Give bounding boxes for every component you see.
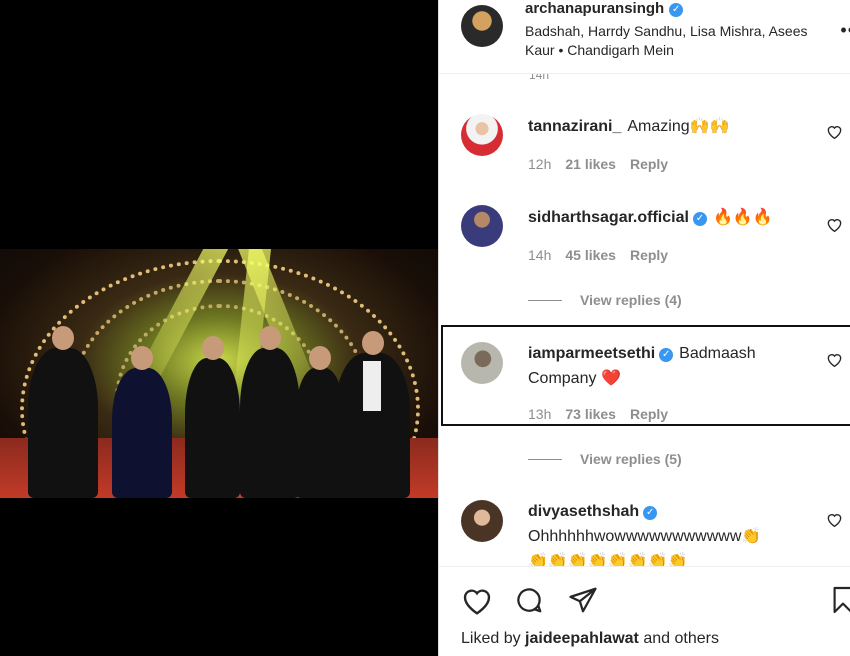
verified-badge-icon: ✓: [659, 348, 674, 362]
comment-emoji: 🙌🙌: [689, 116, 730, 135]
reply-button[interactable]: Reply: [630, 156, 668, 172]
comment-likes[interactable]: 45 likes: [565, 247, 616, 263]
post-header: archanapuransingh ✓ Badshah, Harrdy Sandh…: [439, 0, 850, 74]
post-actions-bar: Liked by jaideepahlawat and others: [439, 566, 850, 656]
comments-list: 14h tannazirani_ Amazing🙌🙌 12h 21 likes Rep…: [439, 74, 850, 566]
comment-emoji: 🔥🔥🔥: [712, 207, 773, 226]
comment-time[interactable]: 12h: [528, 156, 551, 172]
like-heart-icon[interactable]: [461, 585, 493, 615]
comment-emoji: 👏: [741, 526, 762, 545]
post-video[interactable]: [0, 249, 438, 498]
comment-likes[interactable]: 21 likes: [565, 156, 616, 172]
commenter-username[interactable]: sidharthsagar.official: [528, 209, 689, 226]
liked-by-summary[interactable]: Liked by jaideepahlawat and others: [461, 630, 719, 648]
performer: [28, 326, 98, 498]
comment-emoji-row: 👏👏👏👏👏👏👏👏: [528, 551, 688, 566]
verified-badge-icon: ✓: [692, 212, 707, 226]
commenter-username[interactable]: iamparmeetsethi: [528, 345, 655, 362]
post-media-panel: [0, 0, 438, 656]
comment-meta: 13h 73 likes Reply: [528, 406, 682, 422]
liked-by-user[interactable]: jaideepahlawat: [525, 630, 639, 647]
comment-meta: 12h 21 likes Reply: [528, 156, 682, 172]
performer: [112, 346, 172, 498]
view-replies-label[interactable]: View replies (5): [580, 451, 682, 467]
author-avatar[interactable]: [461, 5, 503, 47]
share-icon[interactable]: [567, 585, 599, 615]
comment-like-heart-icon[interactable]: [826, 512, 843, 527]
verified-badge-icon: ✓: [643, 506, 658, 520]
view-replies-button[interactable]: View replies (5): [528, 451, 682, 467]
commenter-avatar[interactable]: [461, 342, 503, 384]
performer: [185, 336, 240, 498]
comment-body: iamparmeetsethi ✓ Badmaash Company ❤️: [528, 342, 788, 391]
comment-time[interactable]: 13h: [528, 406, 551, 422]
comment-likes[interactable]: 73 likes: [565, 406, 616, 422]
comment-text: Amazing: [627, 118, 690, 135]
comment-like-heart-icon[interactable]: [826, 352, 843, 367]
commenter-avatar[interactable]: [461, 500, 503, 542]
comment-icon[interactable]: [513, 585, 545, 615]
author-username-text[interactable]: archanapuransingh: [525, 0, 664, 17]
liked-by-prefix: Liked by: [461, 630, 521, 647]
view-replies-divider: [528, 300, 562, 301]
comment-time[interactable]: 14h: [528, 247, 551, 263]
reply-button[interactable]: Reply: [630, 406, 668, 422]
save-bookmark-icon[interactable]: [831, 585, 850, 615]
comment-meta: 14h 45 likes Reply: [528, 247, 682, 263]
author-username[interactable]: archanapuransingh ✓: [525, 0, 684, 17]
view-replies-label[interactable]: View replies (4): [580, 292, 682, 308]
verified-badge-icon: ✓: [669, 3, 684, 17]
comment-text: Ohhhhhhwowwwwwwwwwww: [528, 528, 742, 545]
comment-body: sidharthsagar.official ✓ 🔥🔥🔥: [528, 205, 818, 230]
commenter-username[interactable]: tannazirani_: [528, 118, 621, 135]
comment-body: divyasethshah ✓ Ohhhhhhwowwwwwwwwwww👏 👏👏👏…: [528, 500, 828, 566]
post-location-tags[interactable]: Badshah, Harrdy Sandhu, Lisa Mishra, Ase…: [525, 22, 837, 60]
performer: [335, 331, 410, 498]
comment-emoji: ❤️: [600, 368, 621, 387]
post-details-panel: archanapuransingh ✓ Badshah, Harrdy Sandh…: [438, 0, 850, 656]
commenter-avatar[interactable]: [461, 205, 503, 247]
more-options-icon[interactable]: ••: [840, 20, 850, 41]
reply-button[interactable]: Reply: [630, 247, 668, 263]
comment-body: tannazirani_ Amazing🙌🙌: [528, 114, 818, 139]
view-replies-button[interactable]: View replies (4): [528, 292, 682, 308]
liked-by-suffix[interactable]: and others: [643, 630, 719, 647]
commenter-avatar[interactable]: [461, 114, 503, 156]
commenter-username[interactable]: divyasethshah: [528, 503, 639, 520]
performer: [240, 326, 300, 498]
comment-like-heart-icon[interactable]: [826, 124, 843, 139]
comment-like-heart-icon[interactable]: [826, 217, 843, 232]
partial-comment-time: 14h: [529, 74, 550, 82]
view-replies-divider: [528, 459, 562, 460]
